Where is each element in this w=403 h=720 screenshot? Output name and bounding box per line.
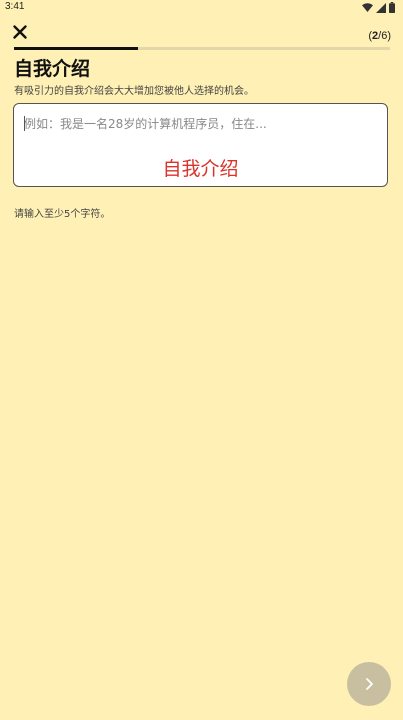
bio-overlay-label: 自我介绍 [162,158,239,180]
status-icons [362,2,395,13]
bio-text-area[interactable]: 自我介绍 [13,103,388,187]
text-caret [24,116,25,131]
step-close: ) [387,30,391,42]
progress-track [14,47,390,50]
close-button[interactable] [10,22,30,42]
page-title: 自我介绍 [14,58,91,80]
status-time: 3:41 [5,1,25,12]
signal-icon [376,2,386,13]
battery-icon [389,2,395,13]
step-counter: (2/6) [368,30,391,42]
chevron-right-icon [366,678,373,690]
next-button[interactable] [347,662,391,706]
step-total: /6 [378,30,388,42]
progress-fill [14,47,139,50]
min-length-hint: 请输入至少5个字符。 [14,209,111,220]
bio-input[interactable] [24,114,374,134]
page-subtitle: 有吸引力的自我介绍会大大增加您被他人选择的机会。 [14,86,254,97]
status-bar: 3:41 [0,0,403,16]
wifi-icon [362,3,373,12]
close-icon [13,25,27,39]
